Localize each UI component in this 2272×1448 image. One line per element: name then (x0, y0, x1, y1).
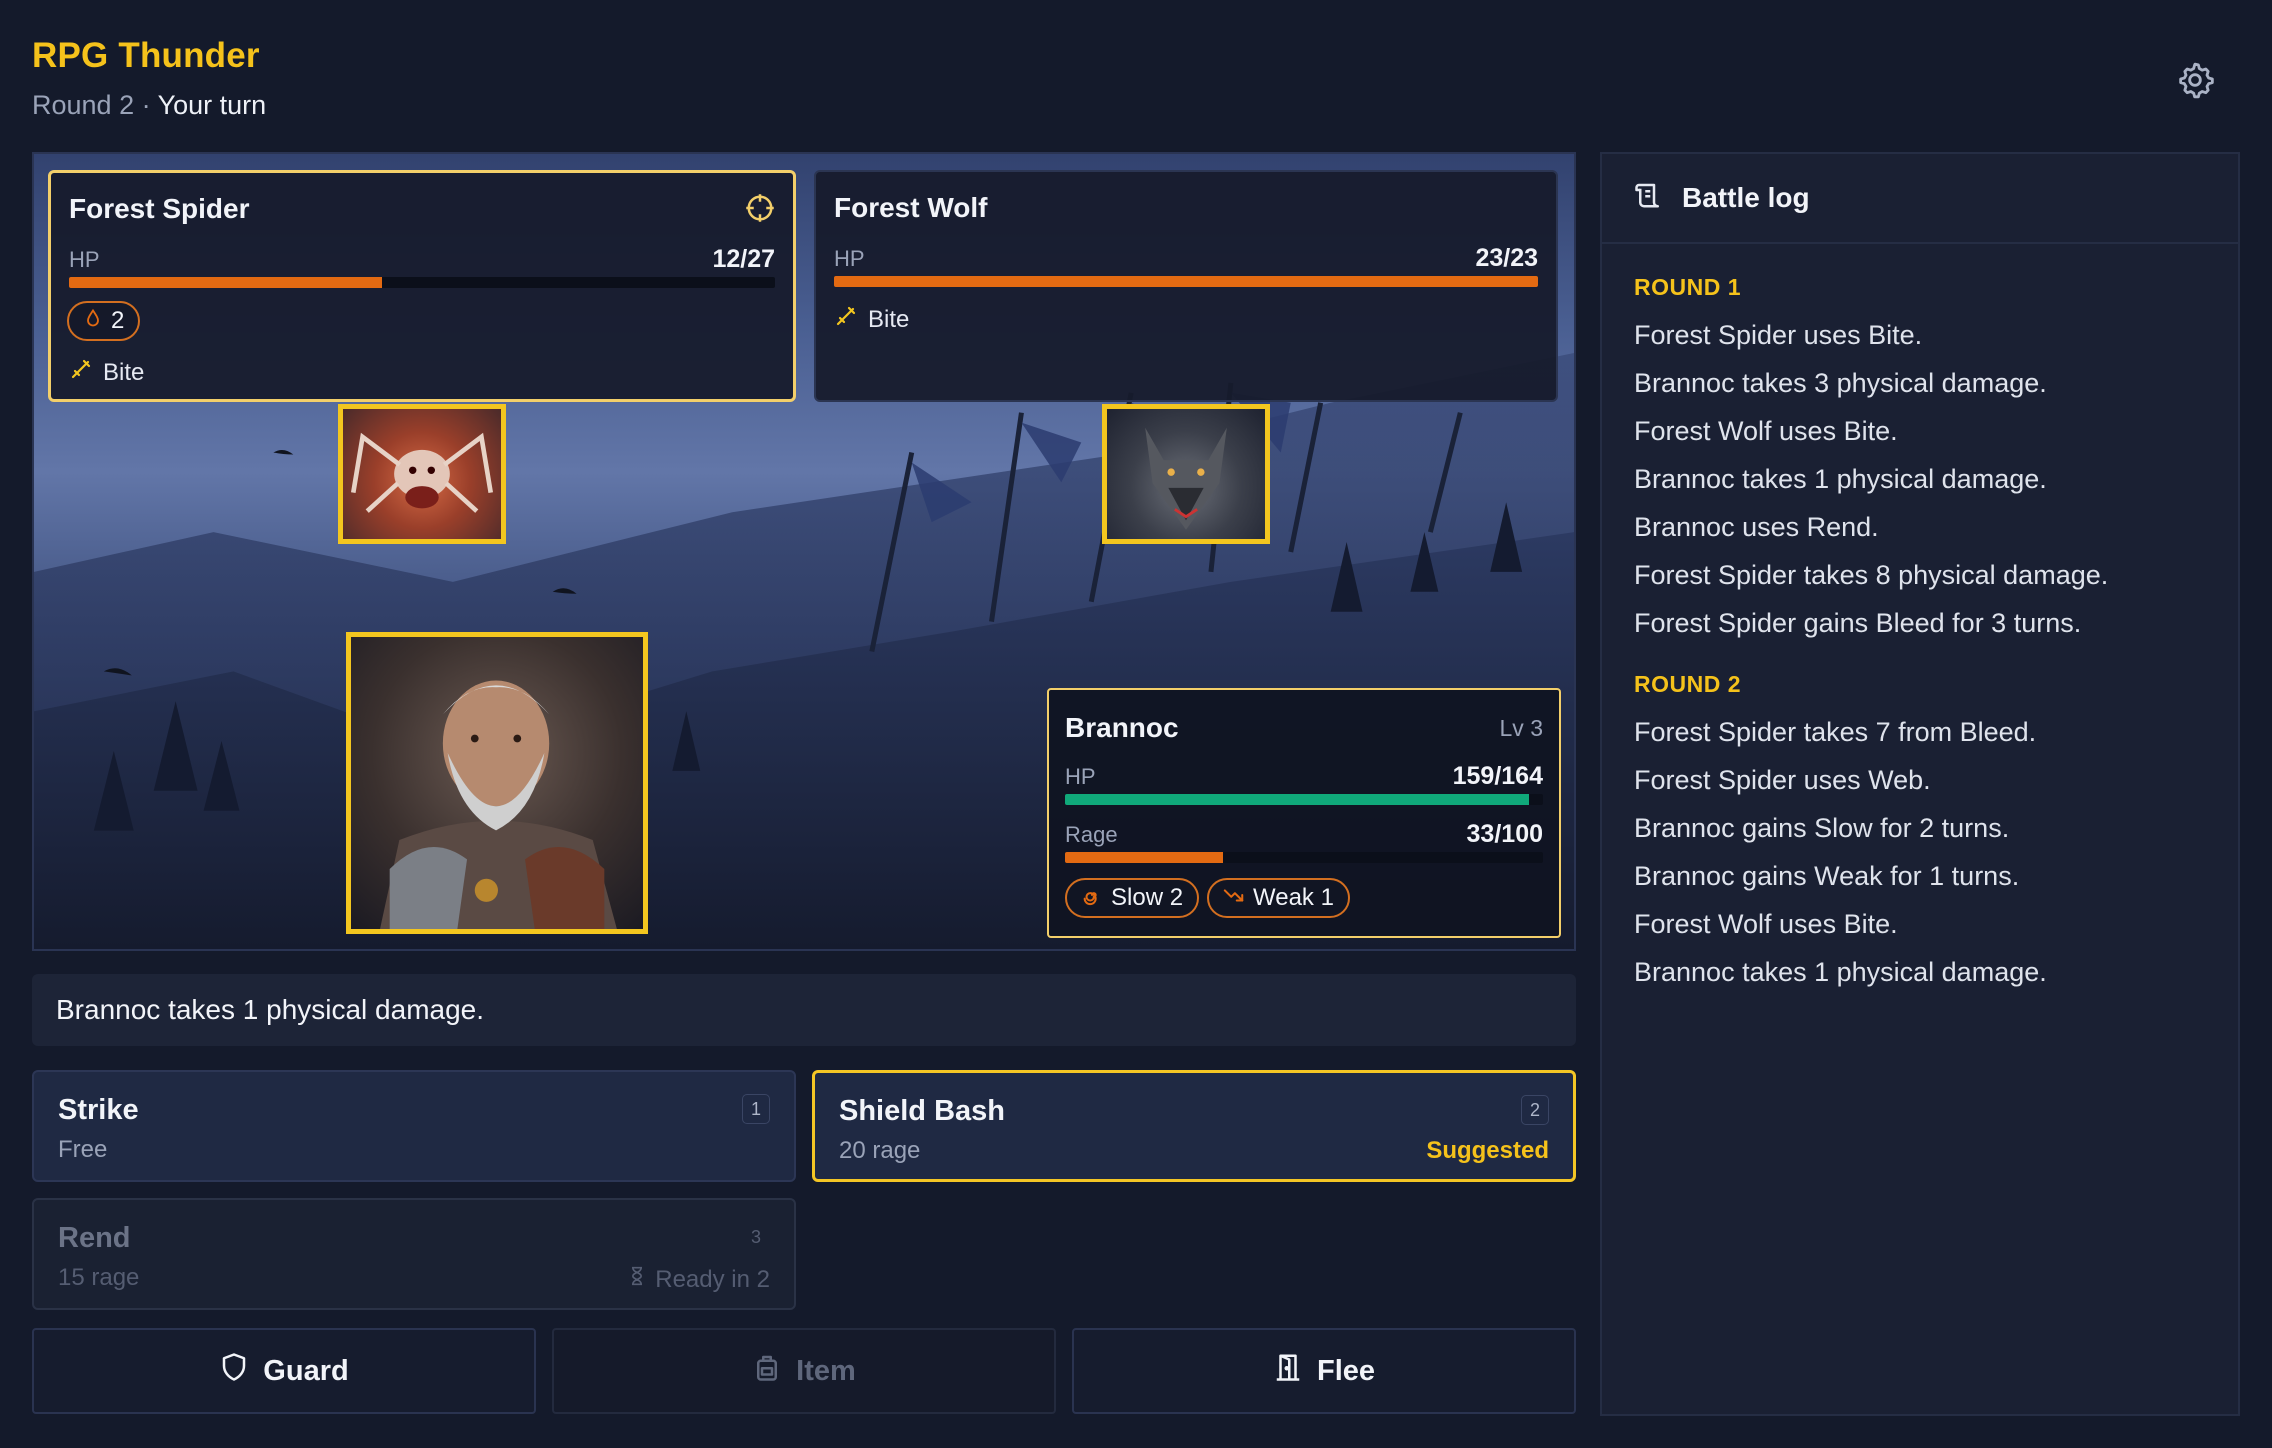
status-label: Weak 1 (1253, 884, 1334, 911)
skill-name: Shield Bash (839, 1095, 1005, 1127)
sword-icon (69, 357, 93, 388)
hero-image (380, 680, 617, 929)
target-crosshair-icon (745, 193, 775, 223)
round-heading: ROUND 2 (1634, 671, 1742, 697)
intent-move: Bite (69, 357, 144, 388)
scroll-icon (1634, 180, 1664, 217)
backpack-icon (752, 1352, 782, 1390)
rage-bar (1065, 852, 1543, 863)
round-heading: ROUND 1 (1634, 274, 1742, 300)
wolf-image (1145, 427, 1227, 530)
hp-bar (834, 276, 1538, 287)
hero-name: Brannoc (1065, 712, 1179, 743)
hotkey-badge: 1 (742, 1094, 770, 1124)
hero-hp-label: HP (1065, 764, 1096, 789)
skill-name: Strike (58, 1094, 139, 1126)
app-title: RPG Thunder (32, 36, 260, 75)
battle-log-header: Battle log (1602, 154, 2238, 244)
door-icon (1273, 1352, 1303, 1390)
guard-button[interactable]: Guard (32, 1328, 536, 1414)
forest-wolf-portrait[interactable] (1102, 404, 1270, 544)
sword-icon (834, 304, 858, 335)
log-entry: Brannoc uses Rend. (1634, 512, 1879, 542)
status-chip-slow: Slow 2 (1065, 878, 1200, 918)
flee-button[interactable]: Flee (1072, 1328, 1576, 1414)
brannoc-portrait[interactable] (346, 632, 648, 934)
separator: · (134, 90, 158, 120)
intent-move-label: Bite (103, 358, 145, 386)
skill-name: Rend (58, 1222, 131, 1254)
settings-gear-icon[interactable] (2175, 60, 2215, 100)
suggested-badge: Suggested (1426, 1137, 1549, 1164)
log-entry: Forest Wolf uses Bite. (1634, 909, 1898, 939)
status-value: 2 (111, 307, 125, 334)
hero-hp-bar-fill (1065, 794, 1529, 805)
rage-label: Rage (1065, 822, 1118, 847)
hp-value: 23/23 (1475, 244, 1538, 272)
enemy-name: Forest Wolf (834, 192, 988, 223)
battle-log-entries[interactable]: ROUND 1 Forest Spider uses Bite. Brannoc… (1602, 244, 2238, 1020)
enemy-name: Forest Spider (69, 193, 250, 224)
weak-arrow-icon (1223, 884, 1245, 913)
log-entry: Brannoc takes 1 physical damage. (1634, 957, 2047, 987)
hp-value: 12/27 (712, 245, 775, 273)
item-button[interactable]: Item (552, 1328, 1056, 1414)
hp-label: HP (69, 247, 100, 272)
cooldown-indicator: Ready in 2 (627, 1264, 770, 1295)
hp-label: HP (834, 246, 865, 271)
hp-bar-fill (834, 276, 1538, 287)
status-label: Slow 2 (1111, 884, 1184, 911)
skill-cost: 20 rage (839, 1137, 921, 1164)
bleed-drop-icon (83, 307, 103, 336)
log-entry: Forest Spider takes 7 from Bleed. (1634, 717, 2037, 747)
log-entry: Brannoc gains Weak for 1 turns. (1634, 861, 2020, 891)
skill-strike-button[interactable]: Strike Free 1 (32, 1070, 796, 1182)
battle-scene: Forest Spider HP 12/27 2 Bite Forest Wol… (32, 152, 1576, 951)
forest-spider-portrait[interactable] (338, 404, 506, 544)
log-entry: Forest Spider gains Bleed for 3 turns. (1634, 608, 2082, 638)
enemy-card-forest-wolf[interactable]: Forest Wolf HP 23/23 Bite (814, 170, 1558, 402)
status-chip-bleed: 2 (67, 301, 141, 341)
action-label: Item (796, 1354, 856, 1387)
log-entry: Brannoc takes 1 physical damage. (1634, 464, 2047, 494)
battle-log-panel: Battle log ROUND 1 Forest Spider uses Bi… (1600, 152, 2240, 1416)
combat-message: Brannoc takes 1 physical damage. (32, 974, 1576, 1046)
hero-hp-value: 159/164 (1452, 762, 1543, 790)
spider-image (350, 432, 494, 513)
header: RPG Thunder Round 2 · Your turn (32, 36, 266, 121)
action-label: Guard (263, 1354, 349, 1387)
skill-rend-button[interactable]: Rend 15 rage 3 Ready in 2 (32, 1198, 796, 1310)
status-chip-weak: Weak 1 (1207, 878, 1350, 918)
skill-shield-bash-button[interactable]: Shield Bash 20 rage 2 Suggested (812, 1070, 1576, 1182)
enemy-card-forest-spider[interactable]: Forest Spider HP 12/27 2 Bite (48, 170, 796, 402)
rage-value: 33/100 (1466, 820, 1543, 848)
intent-move-label: Bite (868, 305, 910, 333)
hp-bar (69, 277, 775, 288)
hp-bar-fill (69, 277, 383, 288)
log-entry: Brannoc gains Slow for 2 turns. (1634, 813, 2010, 843)
skill-cost: Free (58, 1136, 108, 1163)
log-entry: Forest Spider uses Web. (1634, 765, 1931, 795)
intent-move: Bite (834, 304, 909, 335)
rage-bar-fill (1065, 852, 1223, 863)
hotkey-badge: 2 (1521, 1095, 1549, 1125)
skill-cost: 15 rage (58, 1264, 140, 1291)
hero-status-card: Brannoc Lv 3 HP 159/164 Rage 33/100 Slow… (1047, 688, 1561, 938)
battle-log-title: Battle log (1682, 182, 1810, 213)
shield-icon (219, 1352, 249, 1390)
log-entry: Forest Spider uses Bite. (1634, 320, 1923, 350)
action-label: Flee (1316, 1354, 1376, 1387)
hotkey-badge: 3 (750, 1226, 761, 1247)
cooldown-label: Ready in 2 (655, 1265, 770, 1293)
hero-level: Lv 3 (1499, 715, 1543, 741)
hero-hp-bar (1065, 794, 1543, 805)
turn-label: Your turn (157, 90, 267, 120)
slow-spiral-icon (1081, 884, 1103, 913)
round-status: Round 2 · Your turn (32, 90, 266, 121)
log-entry: Forest Spider takes 8 physical damage. (1634, 560, 2109, 590)
round-label: Round 2 (32, 90, 135, 120)
log-entry: Forest Wolf uses Bite. (1634, 416, 1898, 446)
hourglass-icon (627, 1264, 647, 1295)
log-entry: Brannoc takes 3 physical damage. (1634, 368, 2047, 398)
